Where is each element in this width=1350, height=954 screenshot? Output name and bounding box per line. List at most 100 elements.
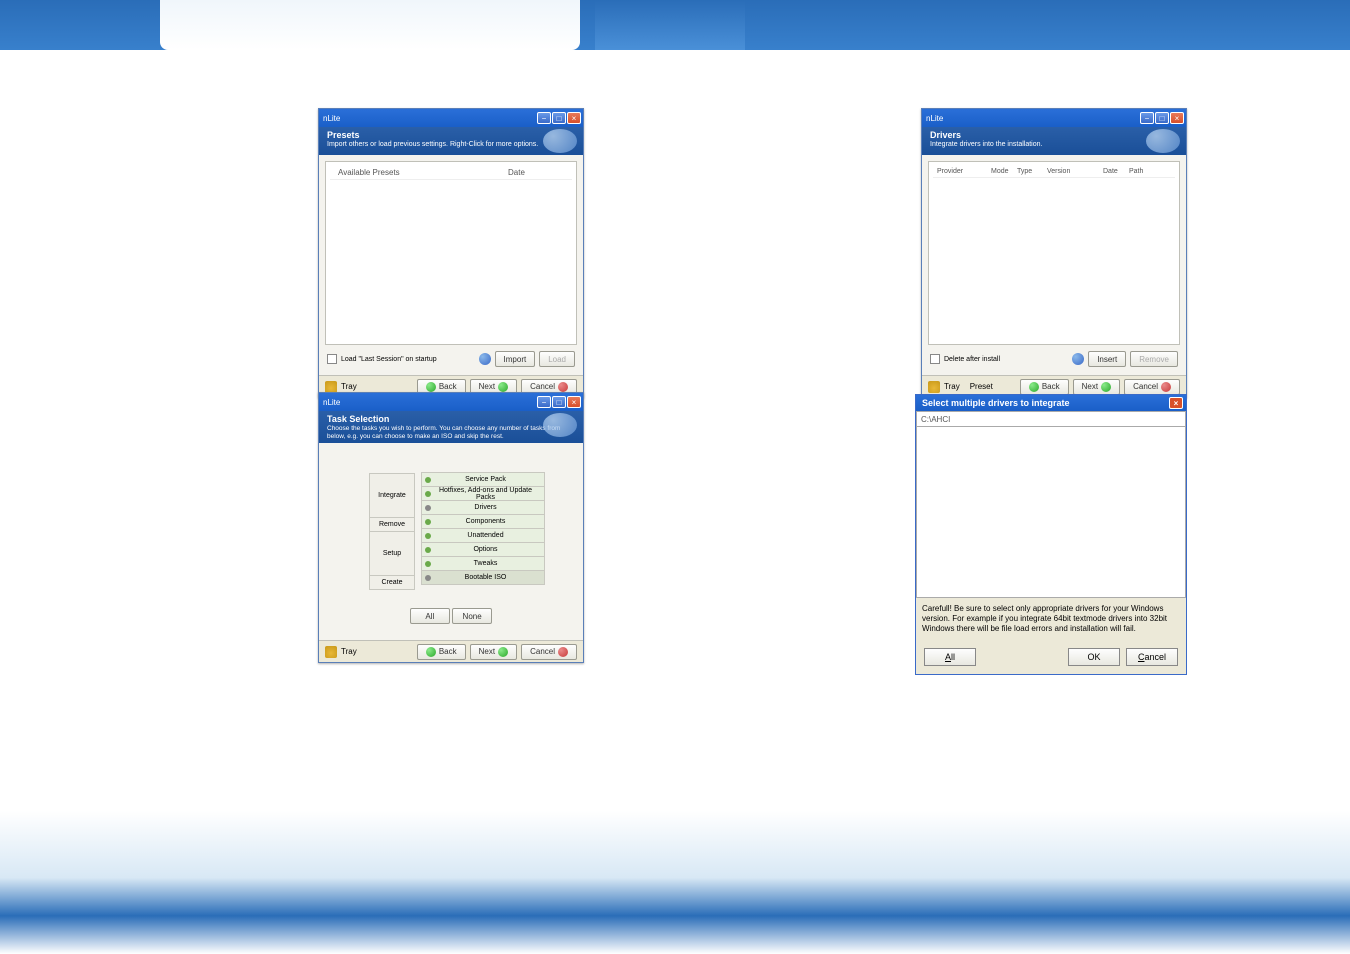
cancel-x-icon: [558, 382, 568, 392]
banner-title: Presets: [327, 130, 575, 141]
all-button[interactable]: All: [410, 608, 450, 624]
close-button[interactable]: ×: [567, 112, 581, 124]
ok-button[interactable]: OK: [1068, 648, 1120, 666]
banner-icon: [543, 129, 577, 153]
cancel-x-icon: [558, 647, 568, 657]
checkbox-icon: [930, 354, 940, 364]
banner: Drivers Integrate drivers into the insta…: [922, 127, 1186, 155]
path-field[interactable]: C:\AHCI: [916, 411, 1186, 427]
app-title: nLite: [323, 398, 340, 407]
tray-label: Tray: [944, 382, 960, 391]
maximize-button[interactable]: □: [552, 396, 566, 408]
task-selection-window: nLite − □ × Task Selection Choose the ta…: [318, 392, 584, 663]
label-setup: Setup: [369, 531, 415, 576]
banner: Presets Import others or load previous s…: [319, 127, 583, 155]
banner-subtitle: Integrate drivers into the installation.: [930, 141, 1178, 149]
task-drivers[interactable]: Drivers: [421, 500, 545, 515]
banner-subtitle: Choose the tasks you wish to perform. Yo…: [327, 425, 575, 441]
checkbox-icon: [327, 354, 337, 364]
cancel-button[interactable]: Cancel: [521, 644, 577, 660]
cancel-button[interactable]: Cancel: [1126, 648, 1178, 666]
presets-window: nLite − □ × Presets Import others or loa…: [318, 108, 584, 398]
cancel-button[interactable]: Cancel: [1124, 379, 1180, 395]
task-unattended[interactable]: Unattended: [421, 528, 545, 543]
back-arrow-icon: [1029, 382, 1039, 392]
col-provider: Provider: [937, 168, 991, 175]
dot-icon: [425, 561, 431, 567]
col-type: Type: [1017, 168, 1047, 175]
label-integrate: Integrate: [369, 473, 415, 518]
dot-icon: [425, 491, 431, 497]
drivers-window: nLite − □ × Drivers Integrate drivers in…: [921, 108, 1187, 398]
next-button[interactable]: Next: [470, 644, 517, 660]
dialog-title: Select multiple drivers to integrate: [922, 398, 1070, 408]
back-arrow-icon: [426, 382, 436, 392]
cancel-x-icon: [1161, 382, 1171, 392]
tray-icon[interactable]: [325, 646, 337, 658]
drivers-listbox[interactable]: [916, 426, 1186, 598]
banner-subtitle: Import others or load previous settings.…: [327, 141, 575, 149]
col-mode: Mode: [991, 168, 1017, 175]
tray-icon[interactable]: [928, 381, 940, 393]
task-body: Integrate Remove Setup Create Service Pa…: [319, 443, 583, 640]
dot-icon: [425, 505, 431, 511]
task-bootable-iso[interactable]: Bootable ISO: [421, 570, 545, 585]
label-create: Create: [369, 575, 415, 590]
minimize-button[interactable]: −: [537, 396, 551, 408]
maximize-button[interactable]: □: [552, 112, 566, 124]
dot-icon: [425, 547, 431, 553]
presets-list[interactable]: Available Presets Date: [325, 161, 577, 345]
task-tweaks[interactable]: Tweaks: [421, 556, 545, 571]
close-button[interactable]: ×: [1170, 112, 1184, 124]
dot-icon: [425, 575, 431, 581]
col-date: Date: [508, 168, 568, 177]
dot-icon: [425, 533, 431, 539]
next-button[interactable]: Next: [1073, 379, 1120, 395]
app-title: nLite: [323, 114, 340, 123]
task-components[interactable]: Components: [421, 514, 545, 529]
banner-icon: [543, 413, 577, 437]
next-arrow-icon: [1101, 382, 1111, 392]
col-version: Version: [1047, 168, 1103, 175]
dialog-titlebar[interactable]: Select multiple drivers to integrate ×: [916, 395, 1186, 411]
minimize-button[interactable]: −: [1140, 112, 1154, 124]
col-date: Date: [1103, 168, 1129, 175]
banner-title: Drivers: [930, 130, 1178, 141]
tray-icon[interactable]: [325, 381, 337, 393]
load-button: Load: [539, 351, 575, 367]
titlebar[interactable]: nLite − □ ×: [319, 109, 583, 127]
load-last-checkbox[interactable]: Load "Last Session" on startup: [327, 354, 437, 364]
footer: Tray Back Next Cancel: [319, 640, 583, 662]
task-hotfixes[interactable]: Hotfixes, Add-ons and Update Packs: [421, 486, 545, 501]
next-arrow-icon: [498, 647, 508, 657]
help-icon[interactable]: [1072, 353, 1084, 365]
minimize-button[interactable]: −: [537, 112, 551, 124]
task-options[interactable]: Options: [421, 542, 545, 557]
close-button[interactable]: ×: [1169, 397, 1183, 409]
col-presets: Available Presets: [334, 168, 508, 177]
insert-button[interactable]: Insert: [1088, 351, 1126, 367]
back-button[interactable]: Back: [1020, 379, 1069, 395]
preset-label[interactable]: Preset: [970, 382, 993, 391]
col-path: Path: [1129, 168, 1143, 175]
tray-label: Tray: [341, 382, 357, 391]
titlebar[interactable]: nLite − □ ×: [319, 393, 583, 411]
none-button[interactable]: None: [452, 608, 492, 624]
label-remove: Remove: [369, 517, 415, 532]
warning-text: Carefull! Be sure to select only appropr…: [916, 598, 1186, 640]
delete-after-checkbox[interactable]: Delete after install: [930, 354, 1000, 364]
back-arrow-icon: [426, 647, 436, 657]
tray-label: Tray: [341, 647, 357, 656]
all-button[interactable]: All: [924, 648, 976, 666]
task-service-pack[interactable]: Service Pack: [421, 472, 545, 487]
dot-icon: [425, 477, 431, 483]
refresh-icon[interactable]: [479, 353, 491, 365]
close-button[interactable]: ×: [567, 396, 581, 408]
content: Available Presets Date Load "Last Sessio…: [319, 155, 583, 375]
drivers-list[interactable]: Provider Mode Type Version Date Path: [928, 161, 1180, 345]
import-button[interactable]: Import: [495, 351, 536, 367]
back-button[interactable]: Back: [417, 644, 466, 660]
select-drivers-dialog: Select multiple drivers to integrate × C…: [915, 394, 1187, 675]
maximize-button[interactable]: □: [1155, 112, 1169, 124]
titlebar[interactable]: nLite − □ ×: [922, 109, 1186, 127]
